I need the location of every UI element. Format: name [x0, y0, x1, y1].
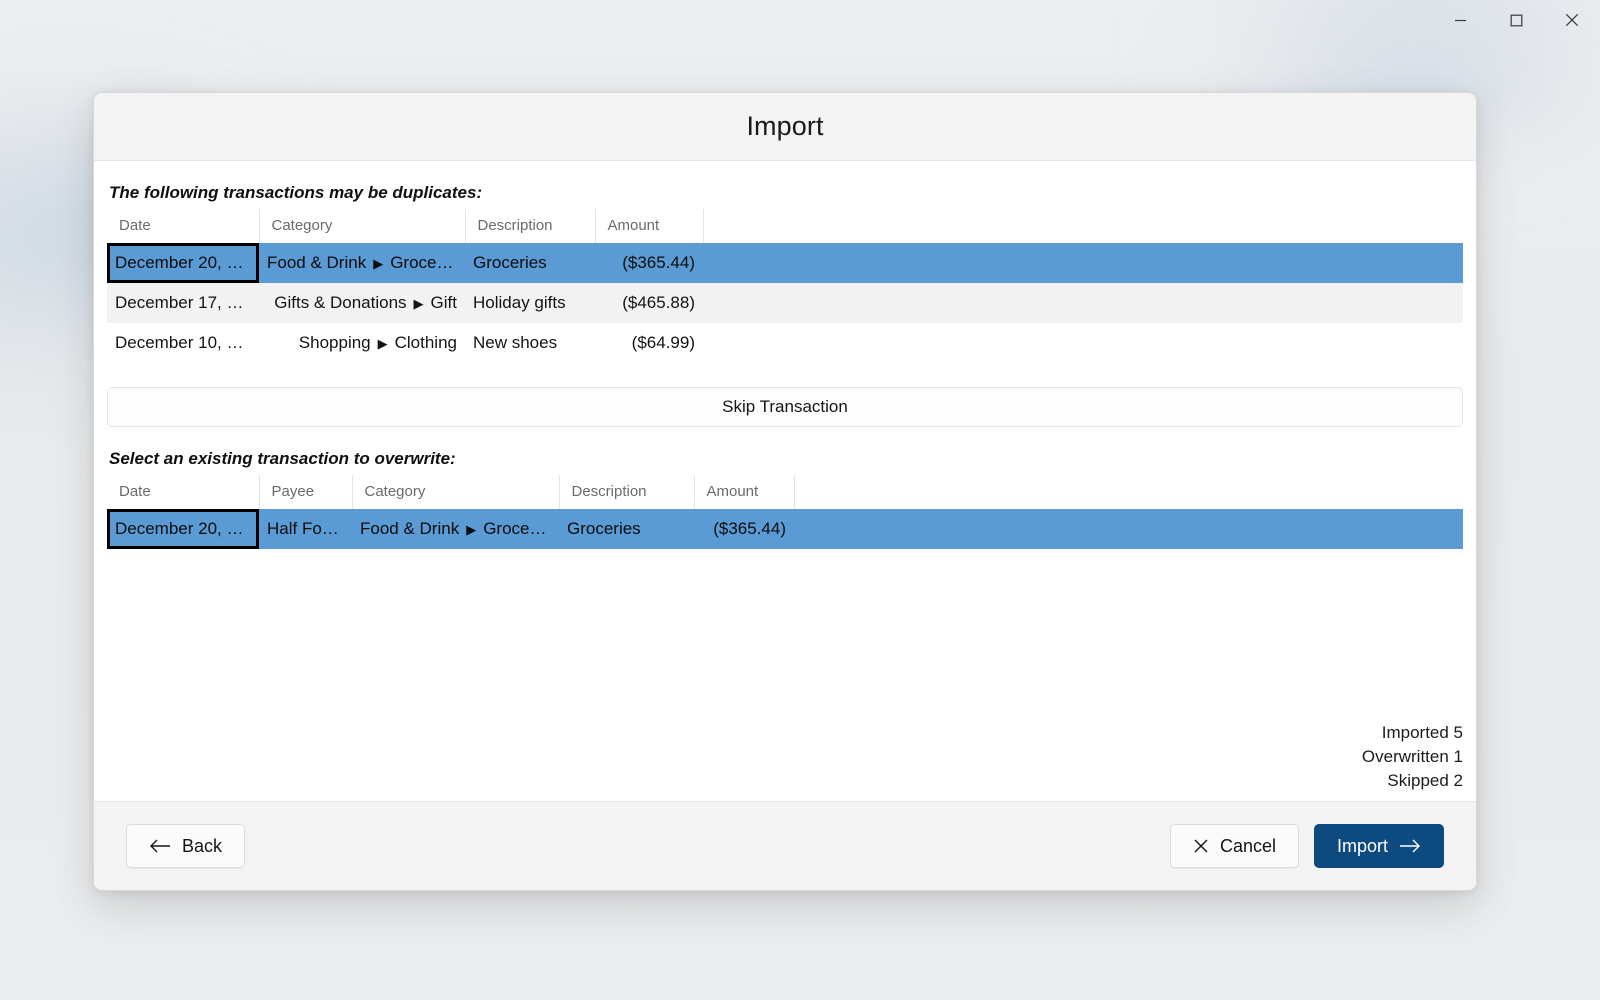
existing-table-head: Date Payee Category Description Amount — [107, 475, 1463, 509]
import-counters: Imported 5 Overwritten 1 Skipped 2 — [1362, 721, 1463, 793]
close-icon — [1565, 13, 1579, 27]
col-header-description[interactable]: Description — [465, 209, 596, 243]
footer-actions: Cancel Import — [1169, 824, 1444, 868]
category-separator-icon: ▶ — [466, 522, 477, 537]
window-title-bar — [0, 0, 1600, 40]
col-header-category[interactable]: Category — [259, 209, 466, 243]
col-header-category[interactable]: Category — [352, 475, 560, 509]
cell-description[interactable]: Groceries — [465, 243, 595, 283]
existing-table-body: December 20, 2021 Half Foods Food & Drin… — [107, 509, 1463, 549]
duplicates-table: Date Category Description Amount Decembe… — [107, 209, 1463, 363]
col-header-amount[interactable]: Amount — [694, 475, 795, 509]
category-child: Groceries — [390, 253, 464, 272]
counter-imported: Imported 5 — [1381, 722, 1463, 742]
col-header-description[interactable]: Description — [559, 475, 695, 509]
category-separator-icon: ▶ — [413, 296, 424, 311]
cell-amount[interactable]: ($64.99) — [595, 323, 703, 363]
category-child: Gift — [430, 293, 457, 312]
table-row[interactable]: December 20, 2021 Half Foods Food & Drin… — [107, 509, 1463, 549]
category-child: Clothing — [394, 333, 457, 352]
col-header-amount[interactable]: Amount — [595, 209, 704, 243]
cell-description[interactable]: New shoes — [465, 323, 595, 363]
cell-category[interactable]: Shopping ▶ Clothing — [259, 323, 465, 363]
cell-description[interactable]: Groceries — [559, 509, 694, 549]
duplicates-section-label: The following transactions may be duplic… — [109, 183, 483, 202]
table-row[interactable]: December 20, 2021 Food & Drink ▶ Groceries… — [107, 243, 1463, 283]
duplicates-table-body: December 20, 2021 Food & Drink ▶ Groceries… — [107, 243, 1463, 363]
cell-category[interactable]: Food & Drink ▶ Groceries — [259, 243, 465, 283]
close-button[interactable] — [1544, 0, 1600, 40]
table-row[interactable]: December 10, 2021 Shopping ▶ Clothing New … — [107, 323, 1463, 363]
category-child: Groceries — [483, 519, 557, 538]
desktop-background: Import The following transactions may be… — [0, 0, 1600, 1000]
cell-amount[interactable]: ($365.44) — [595, 243, 703, 283]
cell-spacer — [703, 323, 1463, 363]
dialog-body: The following transactions may be duplic… — [94, 161, 1476, 801]
import-button[interactable]: Import — [1313, 824, 1444, 868]
close-icon — [1193, 838, 1209, 854]
cell-category[interactable]: Food & Drink ▶ Groceries — [352, 509, 559, 549]
cell-amount[interactable]: ($365.44) — [694, 509, 794, 549]
cell-amount[interactable]: ($465.88) — [595, 283, 703, 323]
overwrite-section-label: Select an existing transaction to overwr… — [109, 449, 456, 468]
category-separator-icon: ▶ — [377, 336, 388, 351]
maximize-button[interactable] — [1488, 0, 1544, 40]
existing-transactions-table: Date Payee Category Description Amount D… — [107, 475, 1463, 549]
cell-date[interactable]: December 17, 2021 — [107, 283, 259, 323]
import-button-label: Import — [1336, 835, 1388, 856]
col-header-date[interactable]: Date — [107, 475, 260, 509]
cell-spacer — [703, 283, 1463, 323]
dialog-header: Import — [94, 93, 1476, 161]
category-parent: Food & Drink — [360, 519, 460, 538]
minimize-button[interactable] — [1432, 0, 1488, 40]
col-header-spacer — [703, 209, 1463, 243]
duplicates-header-row: Date Category Description Amount — [107, 209, 1463, 243]
cell-date[interactable]: December 10, 2021 — [107, 323, 259, 363]
back-button[interactable]: Back — [126, 824, 246, 868]
duplicates-table-head: Date Category Description Amount — [107, 209, 1463, 243]
col-header-date[interactable]: Date — [107, 209, 260, 243]
import-dialog: Import The following transactions may be… — [93, 92, 1477, 891]
category-parent: Food & Drink — [267, 253, 367, 272]
cell-spacer — [703, 243, 1463, 283]
dialog-footer: Back Cancel Import — [94, 801, 1476, 890]
dialog-title: Import — [746, 111, 824, 141]
cell-category[interactable]: Gifts & Donations ▶ Gift — [259, 283, 465, 323]
table-row[interactable]: December 17, 2021 Gifts & Donations ▶ Gift… — [107, 283, 1463, 323]
skip-transaction-button[interactable]: Skip Transaction — [107, 387, 1463, 427]
back-button-label: Back — [182, 835, 223, 856]
category-parent: Shopping — [298, 333, 371, 352]
minimize-icon — [1454, 14, 1467, 27]
arrow-right-icon — [1399, 838, 1421, 854]
col-header-payee[interactable]: Payee — [259, 475, 353, 509]
cancel-button[interactable]: Cancel — [1169, 824, 1299, 868]
cell-description[interactable]: Holiday gifts — [465, 283, 595, 323]
cell-date[interactable]: December 20, 2021 — [107, 243, 259, 283]
cancel-button-label: Cancel — [1219, 835, 1276, 856]
cell-payee[interactable]: Half Foods — [259, 509, 352, 549]
counter-overwritten: Overwritten 1 — [1361, 746, 1463, 766]
cell-spacer — [794, 509, 1463, 549]
counter-skipped: Skipped 2 — [1387, 770, 1463, 790]
maximize-icon — [1510, 14, 1523, 27]
category-parent: Gifts & Donations — [274, 293, 407, 312]
arrow-left-icon — [149, 838, 171, 854]
col-header-spacer — [794, 475, 1463, 509]
cell-date[interactable]: December 20, 2021 — [107, 509, 259, 549]
existing-header-row: Date Payee Category Description Amount — [107, 475, 1463, 509]
category-separator-icon: ▶ — [373, 256, 384, 271]
